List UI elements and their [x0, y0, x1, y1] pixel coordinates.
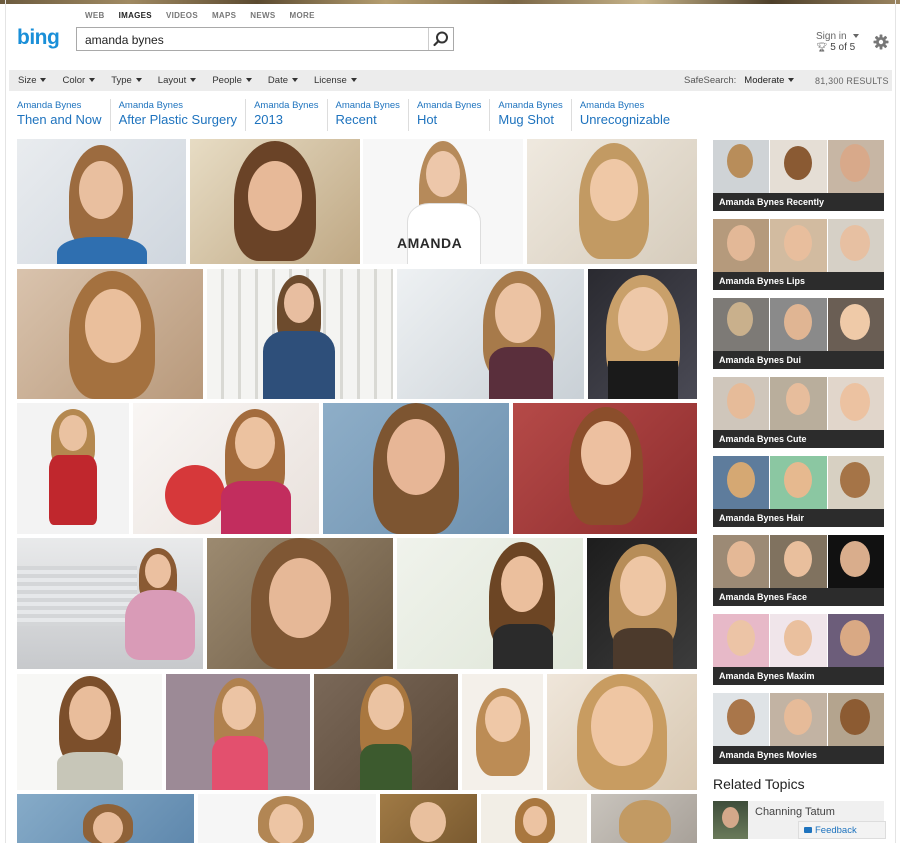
filter-size[interactable]: Size — [18, 75, 47, 86]
search-button[interactable] — [428, 28, 453, 50]
image-result[interactable] — [17, 269, 203, 399]
image-result[interactable] — [166, 674, 310, 790]
chevron-down-icon — [788, 78, 795, 83]
chevron-down-icon — [190, 78, 197, 83]
image-result[interactable] — [462, 674, 543, 790]
left-border — [5, 0, 6, 843]
rewards-icon: 🏆︎ — [816, 42, 828, 52]
gear-icon — [873, 34, 889, 50]
filter-people[interactable]: People — [212, 75, 252, 86]
nav-news[interactable]: NEWS — [250, 11, 275, 20]
image-result[interactable] — [17, 674, 162, 790]
image-result[interactable] — [397, 269, 584, 399]
image-result[interactable]: AMANDA — [363, 139, 523, 264]
feedback-button[interactable]: Feedback — [798, 821, 886, 839]
image-result[interactable] — [547, 674, 697, 790]
filter-layout[interactable]: Layout — [158, 75, 197, 86]
related-thumbs — [713, 456, 884, 509]
image-result[interactable] — [314, 674, 458, 790]
nav-videos[interactable]: VIDEOS — [166, 11, 198, 20]
related-search-dui[interactable]: Amanda Bynes Dui — [713, 298, 884, 369]
related-pivots: Amanda Bynes Then and Now Amanda Bynes Aft… — [9, 99, 678, 131]
chevron-down-icon — [853, 34, 860, 39]
image-result[interactable] — [591, 794, 697, 843]
filter-type[interactable]: Type — [111, 75, 142, 86]
safesearch-label: SafeSearch: — [684, 75, 737, 86]
related-thumbs — [713, 535, 884, 588]
image-result[interactable] — [380, 794, 477, 843]
search-icon — [433, 31, 448, 47]
related-thumbs — [713, 377, 884, 430]
filter-bar: Size Color Type Layout People Date Licen… — [9, 70, 892, 91]
image-result[interactable] — [397, 538, 583, 669]
image-result[interactable] — [17, 538, 203, 669]
image-result[interactable] — [588, 269, 697, 399]
image-result[interactable] — [190, 139, 360, 264]
rewards-status[interactable]: 🏆︎ 5 of 5 — [816, 42, 855, 53]
image-result[interactable] — [198, 794, 376, 843]
image-result[interactable] — [323, 403, 509, 534]
related-search-recently[interactable]: Amanda Bynes Recently — [713, 140, 884, 211]
sign-in-link[interactable]: Sign in — [816, 31, 860, 42]
nav-more[interactable]: MORE — [290, 11, 315, 20]
chevron-down-icon — [89, 78, 96, 83]
related-search-maxim[interactable]: Amanda Bynes Maxim — [713, 614, 884, 685]
image-result[interactable] — [527, 139, 697, 264]
filter-license[interactable]: License — [314, 75, 357, 86]
filter-color[interactable]: Color — [62, 75, 96, 86]
related-thumbs — [713, 298, 884, 351]
related-search-hair[interactable]: Amanda Bynes Hair — [713, 456, 884, 527]
search-input[interactable] — [83, 32, 427, 48]
image-result[interactable] — [481, 794, 587, 843]
top-image-strip — [0, 0, 900, 4]
chevron-down-icon — [245, 78, 252, 83]
nav-images[interactable]: IMAGES — [119, 11, 152, 20]
related-thumbs — [713, 614, 884, 667]
filter-date[interactable]: Date — [268, 75, 298, 86]
sign-in-label: Sign in — [816, 31, 847, 42]
image-result[interactable] — [17, 139, 186, 264]
chevron-down-icon — [40, 78, 47, 83]
image-result[interactable] — [513, 403, 697, 534]
pivot-mug-shot[interactable]: Amanda Bynes Mug Shot — [489, 99, 570, 131]
image-result[interactable] — [207, 538, 393, 669]
avatar — [713, 801, 748, 839]
safesearch-dropdown[interactable]: Moderate — [744, 75, 795, 86]
chevron-down-icon — [292, 78, 298, 83]
related-search-movies[interactable]: Amanda Bynes Movies — [713, 693, 884, 764]
pivot-unrecognizable[interactable]: Amanda Bynes Unrecognizable — [570, 99, 678, 131]
right-border — [895, 0, 896, 843]
search-box — [76, 27, 454, 51]
pivot-after-plastic-surgery[interactable]: Amanda Bynes After Plastic Surgery — [109, 99, 246, 131]
nav-maps[interactable]: MAPS — [212, 11, 236, 20]
pivot-2013[interactable]: Amanda Bynes 2013 — [245, 99, 326, 131]
image-result[interactable] — [133, 403, 319, 534]
image-result[interactable] — [587, 538, 697, 669]
settings-button[interactable] — [872, 33, 890, 51]
safesearch: SafeSearch: Moderate — [684, 70, 795, 91]
image-caption-amanda: AMANDA — [397, 235, 463, 251]
related-search-cute[interactable]: Amanda Bynes Cute — [713, 377, 884, 448]
image-result[interactable] — [17, 794, 194, 843]
chevron-down-icon — [350, 78, 357, 83]
pivot-hot[interactable]: Amanda Bynes Hot — [407, 99, 489, 131]
rewards-count: 5 of 5 — [830, 42, 856, 53]
related-topics-heading: Related Topics — [713, 776, 805, 792]
related-search-face[interactable]: Amanda Bynes Face — [713, 535, 884, 606]
image-result[interactable] — [17, 403, 129, 534]
related-thumbs — [713, 219, 884, 272]
result-count: 81,300 RESULTS — [815, 75, 889, 86]
bing-logo[interactable]: bing — [17, 26, 60, 50]
related-search-lips[interactable]: Amanda Bynes Lips — [713, 219, 884, 290]
related-thumbs — [713, 140, 884, 193]
pivot-recent[interactable]: Amanda Bynes Recent — [326, 99, 408, 131]
image-result[interactable] — [207, 269, 393, 399]
speech-bubble-icon — [804, 827, 812, 833]
vertical-nav: WEB IMAGES VIDEOS MAPS NEWS MORE — [85, 11, 329, 20]
nav-web[interactable]: WEB — [85, 11, 105, 20]
pivot-then-and-now[interactable]: Amanda Bynes Then and Now — [9, 99, 110, 131]
related-thumbs — [713, 693, 884, 746]
chevron-down-icon — [135, 78, 142, 83]
